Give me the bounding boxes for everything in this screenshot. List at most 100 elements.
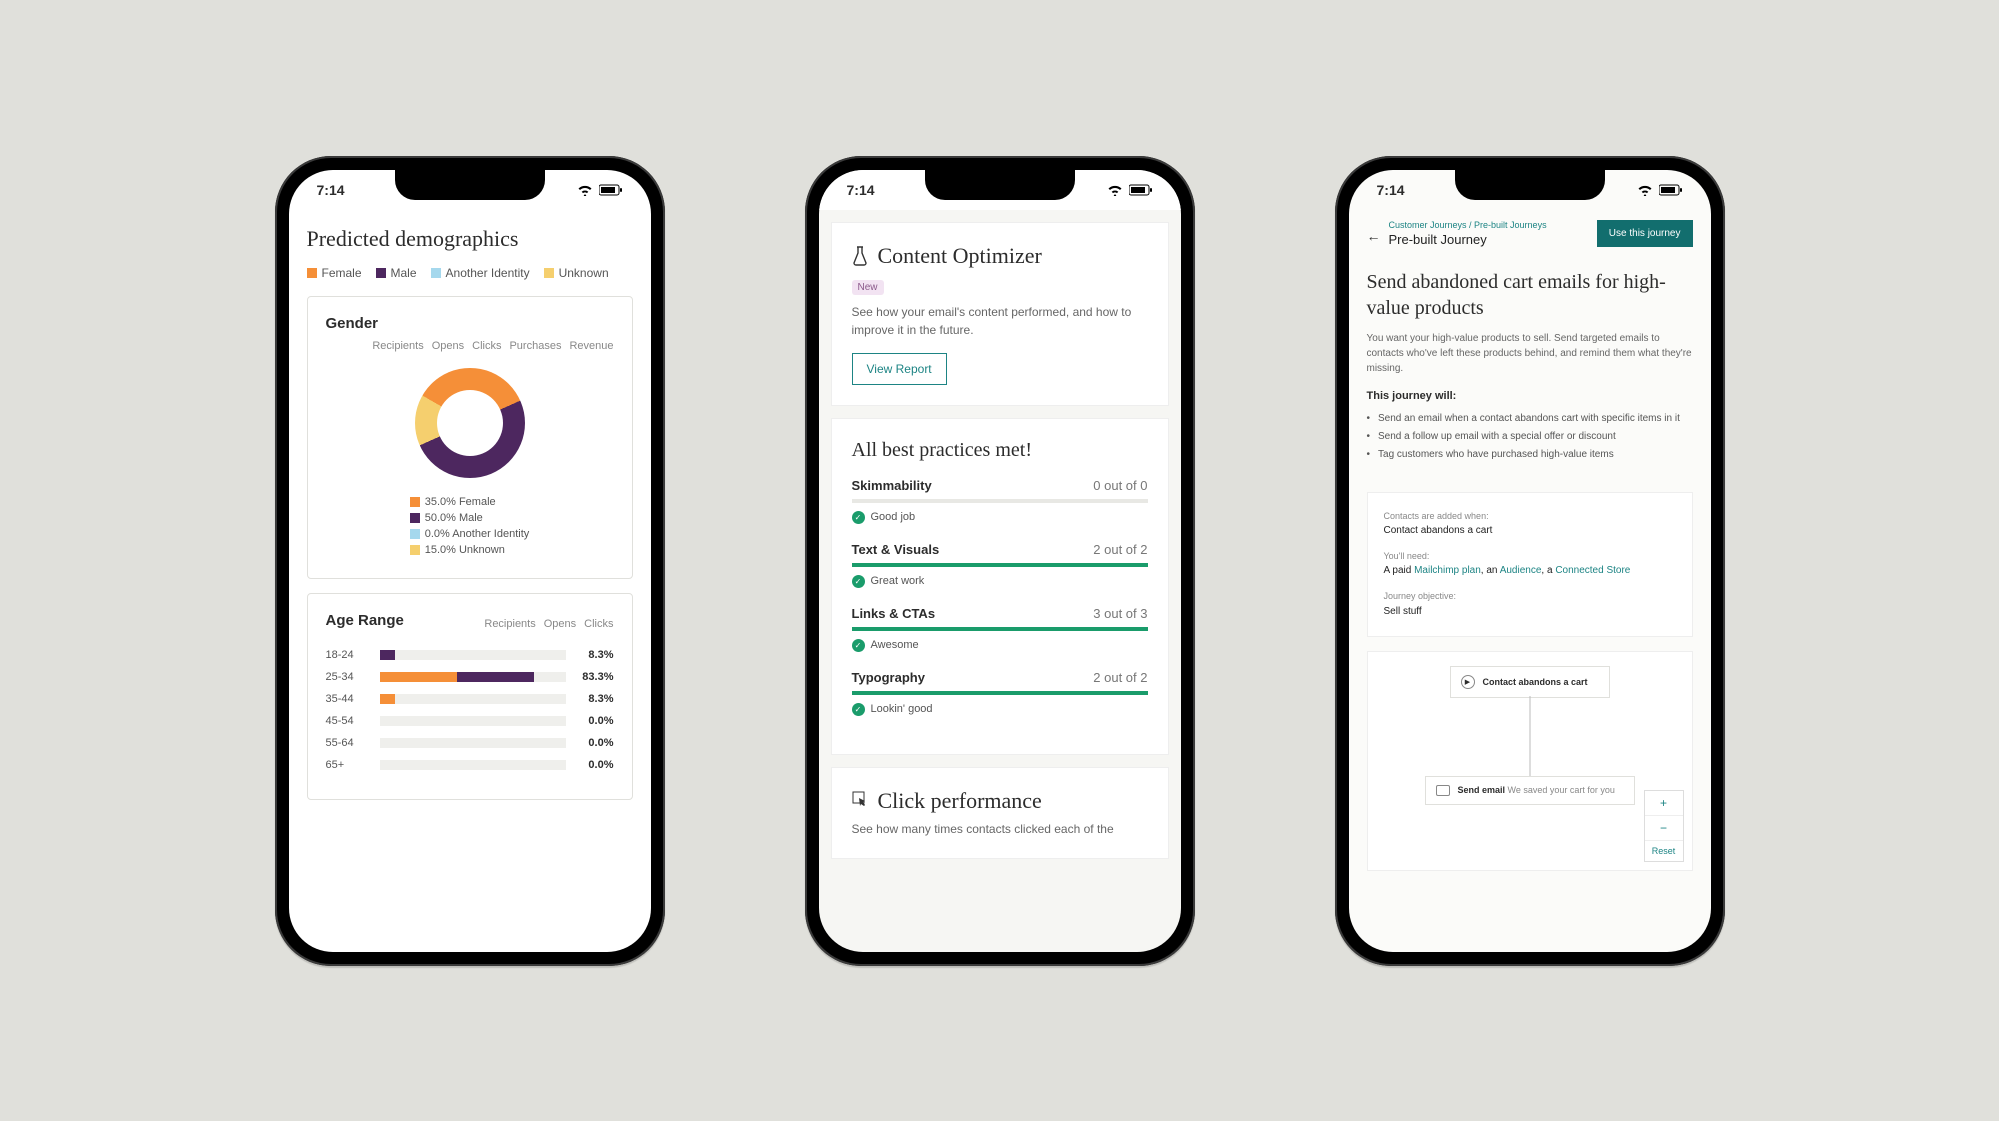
bp-status: ✓Good job (852, 511, 1148, 524)
age-rows: 18-24 8.3% 25-3483.3% 35-448.3% 45-540.0% 55-… (326, 649, 614, 771)
age-value: 8.3% (576, 693, 614, 705)
age-row: 18-24 8.3% (326, 649, 614, 661)
cursor-icon (852, 791, 868, 810)
best-practice-row: Skimmability 0 out of 0 ✓Good job (852, 478, 1148, 524)
bp-score: 3 out of 3 (1093, 606, 1147, 621)
gender-legend: 35.0% Female 50.0% Male 0.0% Another Ide… (410, 496, 530, 560)
content-optimizer-desc: See how your email's content performed, … (852, 303, 1148, 339)
age-title: Age Range (326, 612, 404, 629)
audience-link[interactable]: Audience (1500, 565, 1542, 576)
battery-icon (599, 184, 623, 196)
bp-name: Typography (852, 670, 925, 685)
check-icon: ✓ (852, 511, 865, 524)
wifi-icon (577, 184, 593, 196)
breadcrumb[interactable]: Customer Journeys / Pre-built Journeys (1389, 220, 1547, 230)
tab-clicks[interactable]: Clicks (472, 340, 501, 352)
age-card: Age Range Recipients Opens Clicks 18-24 8… (307, 593, 633, 800)
best-practices-card: All best practices met! Skimmability 0 ou… (831, 418, 1169, 755)
best-practice-row: Text & Visuals 2 out of 2 ✓Great work (852, 542, 1148, 588)
content-optimizer-card: Content Optimizer New See how your email… (831, 222, 1169, 406)
bp-bar (852, 627, 1148, 631)
zoom-in-button[interactable]: + (1645, 791, 1683, 816)
connected-store-link[interactable]: Connected Store (1555, 565, 1630, 576)
flow-node-trigger[interactable]: ▶ Contact abandons a cart (1450, 666, 1610, 698)
age-row: 55-64 0.0% (326, 737, 614, 749)
age-bar (380, 650, 566, 660)
age-row: 45-540.0% (326, 715, 614, 727)
age-bar (380, 672, 566, 682)
age-value: 83.3% (576, 671, 614, 683)
age-bar (380, 694, 566, 704)
age-value: 0.0% (576, 715, 614, 727)
best-practices-title: All best practices met! (852, 439, 1148, 462)
zoom-out-button[interactable]: − (1645, 816, 1683, 841)
legend: Female Male Another Identity Unknown (307, 266, 633, 280)
gender-title: Gender (326, 315, 614, 332)
wifi-icon (1637, 184, 1653, 196)
bp-status: ✓Lookin' good (852, 703, 1148, 716)
age-row: 25-3483.3% (326, 671, 614, 683)
tab-purchases[interactable]: Purchases (509, 340, 561, 352)
age-row: 65+ 0.0% (326, 759, 614, 771)
journey-flow-canvas[interactable]: ▶ Contact abandons a cart Send email We … (1367, 651, 1693, 871)
gender-card: Gender Recipients Opens Clicks Purchases… (307, 296, 633, 579)
wifi-icon (1107, 184, 1123, 196)
journey-list: Send an email when a contact abandons ca… (1367, 410, 1693, 464)
breadcrumb-title: Pre-built Journey (1389, 232, 1547, 247)
tab-opens[interactable]: Opens (432, 340, 464, 352)
gender-donut-chart (415, 368, 525, 478)
bp-status: ✓Great work (852, 575, 1148, 588)
age-value: 8.3% (576, 649, 614, 661)
bp-score: 0 out of 0 (1093, 478, 1147, 493)
gender-tabs: Recipients Opens Clicks Purchases Revenu… (326, 340, 614, 352)
bp-score: 2 out of 2 (1093, 542, 1147, 557)
status-time: 7:14 (1377, 182, 1405, 198)
use-journey-button[interactable]: Use this journey (1597, 220, 1693, 247)
bp-name: Skimmability (852, 478, 932, 493)
check-icon: ✓ (852, 639, 865, 652)
age-label: 18-24 (326, 649, 370, 661)
bp-bar (852, 691, 1148, 695)
zoom-reset-button[interactable]: Reset (1645, 841, 1683, 861)
age-bar (380, 738, 566, 748)
age-row: 35-448.3% (326, 693, 614, 705)
new-badge: New (852, 280, 884, 295)
phone-journey: 7:14 ← Customer Journeys / Pre-built Jou… (1335, 156, 1725, 966)
check-icon: ✓ (852, 575, 865, 588)
age-bar (380, 760, 566, 770)
bp-bar (852, 563, 1148, 567)
age-value: 0.0% (576, 737, 614, 749)
page-title: Predicted demographics (307, 226, 633, 252)
bp-name: Links & CTAs (852, 606, 936, 621)
mailchimp-plan-link[interactable]: Mailchimp plan (1414, 565, 1481, 576)
flow-node-email[interactable]: Send email We saved your cart for you (1425, 776, 1635, 805)
phone-content-optimizer: 7:14 Content Optimizer New See how your … (805, 156, 1195, 966)
bp-name: Text & Visuals (852, 542, 940, 557)
click-performance-card: Click performance See how many times con… (831, 767, 1169, 859)
best-practice-row: Links & CTAs 3 out of 3 ✓Awesome (852, 606, 1148, 652)
age-tab-clicks[interactable]: Clicks (584, 618, 613, 630)
check-icon: ✓ (852, 703, 865, 716)
age-label: 65+ (326, 759, 370, 771)
view-report-button[interactable]: View Report (852, 353, 947, 385)
content-optimizer-title: Content Optimizer (878, 243, 1042, 269)
battery-icon (1659, 184, 1683, 196)
age-tab-recipients[interactable]: Recipients (484, 618, 535, 630)
back-arrow-icon[interactable]: ← (1367, 228, 1381, 244)
flow-connector (1529, 696, 1530, 776)
click-performance-title: Click performance (878, 788, 1042, 814)
age-tab-opens[interactable]: Opens (544, 618, 576, 630)
bp-status: ✓Awesome (852, 639, 1148, 652)
click-performance-desc: See how many times contacts clicked each… (852, 820, 1148, 838)
status-time: 7:14 (847, 182, 875, 198)
envelope-icon (1436, 785, 1450, 796)
play-icon: ▶ (1461, 675, 1475, 689)
best-practice-row: Typography2 out of 2✓Lookin' good (852, 670, 1148, 716)
tab-revenue[interactable]: Revenue (569, 340, 613, 352)
zoom-controls: + − Reset (1644, 790, 1684, 862)
phone-demographics: 7:14 Predicted demographics Female Male … (275, 156, 665, 966)
journey-title: Send abandoned cart emails for high-valu… (1367, 269, 1693, 321)
tab-recipients[interactable]: Recipients (372, 340, 423, 352)
age-label: 55-64 (326, 737, 370, 749)
age-value: 0.0% (576, 759, 614, 771)
